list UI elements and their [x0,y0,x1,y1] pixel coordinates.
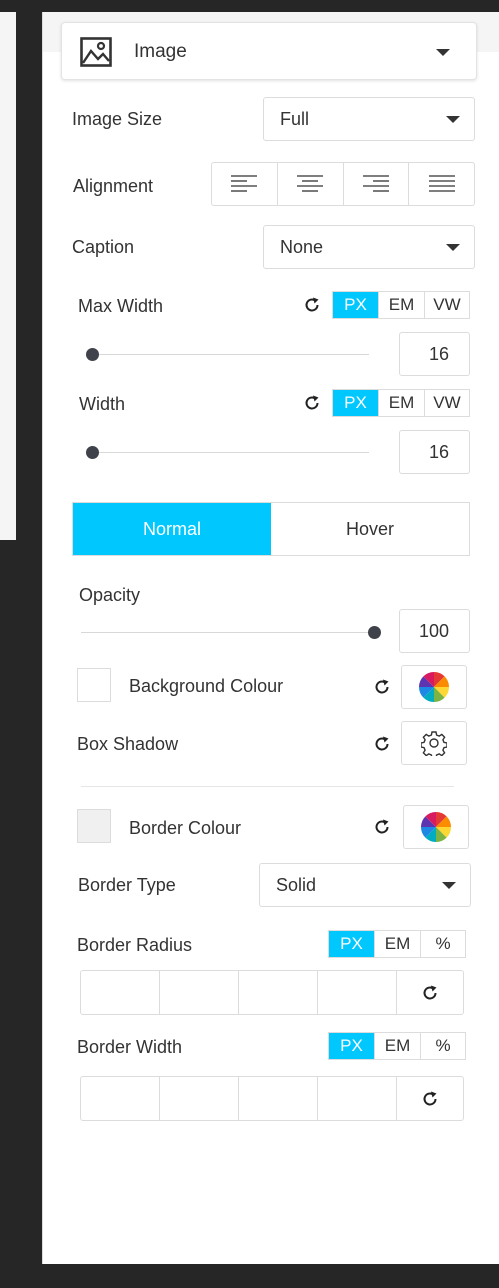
border-radius-left-input[interactable] [318,971,397,1014]
unit-em-button[interactable]: EM [379,390,425,416]
border-type-value: Solid [276,875,317,895]
border-width-reset-button[interactable] [397,1077,463,1120]
background-colour-swatch[interactable] [77,668,111,702]
border-width-label: Border Width [77,1037,183,1057]
border-width-left-input[interactable] [318,1077,397,1120]
color-wheel-icon [421,812,451,842]
top-bar [0,0,499,12]
unit-em-button[interactable]: EM [375,1033,421,1059]
section-title: Image [134,41,187,62]
unit-px-button[interactable]: PX [333,292,379,318]
alignment-label: Alignment [73,176,154,196]
border-colour-swatch[interactable] [77,809,111,843]
chevron-down-icon [442,882,456,889]
align-left-button[interactable] [212,163,278,205]
opacity-input[interactable]: 100 [399,609,470,653]
border-radius-bottom-input[interactable] [239,971,318,1014]
section-divider [81,786,454,787]
width-label: Width [79,394,126,414]
border-radius-inputs [80,970,464,1015]
border-width-bottom-input[interactable] [239,1077,318,1120]
align-right-icon [362,175,389,192]
border-width-top-input[interactable] [81,1077,160,1120]
border-width-units: PX EM % [328,1032,466,1060]
border-width-inputs [80,1076,464,1121]
border-radius-right-input[interactable] [160,971,239,1014]
unit-percent-button[interactable]: % [421,1033,465,1059]
unit-px-button[interactable]: PX [329,931,375,957]
box-shadow-label: Box Shadow [77,734,179,754]
image-settings-panel: Image Image Size Full Alignment Caption … [42,12,499,1264]
image-size-value: Full [280,109,310,129]
border-colour-label: Border Colour [129,818,242,838]
align-center-icon [297,175,324,192]
caption-label: Caption [72,237,135,257]
image-size-select[interactable]: Full [263,97,475,141]
tab-normal[interactable]: Normal [73,503,271,555]
border-radius-top-input[interactable] [81,971,160,1014]
unit-percent-button[interactable]: % [421,931,465,957]
reset-icon [423,985,437,999]
border-radius-label: Border Radius [77,935,193,955]
max-width-value: 16 [428,344,449,364]
chevron-down-icon [446,244,460,251]
opacity-value: 100 [418,621,449,641]
align-center-button[interactable] [278,163,344,205]
gear-icon [421,731,447,756]
caption-select[interactable]: None [263,225,475,269]
width-units: PX EM VW [332,389,470,417]
max-width-slider-handle[interactable] [86,348,99,361]
max-width-units: PX EM VW [332,291,470,319]
reset-icon[interactable] [303,394,321,412]
image-size-label: Image Size [72,109,163,129]
width-value: 16 [428,442,449,462]
align-right-button[interactable] [344,163,410,205]
unit-em-button[interactable]: EM [375,931,421,957]
unit-vw-button[interactable]: VW [425,292,469,318]
reset-icon[interactable] [373,678,391,696]
state-tabs: Normal Hover [72,502,470,556]
box-shadow-settings-button[interactable] [401,721,467,765]
caption-value: None [280,237,324,257]
unit-vw-button[interactable]: VW [425,390,469,416]
border-colour-picker-button[interactable] [403,805,469,849]
border-radius-units: PX EM % [328,930,466,958]
align-left-icon [231,175,258,192]
width-slider-track[interactable] [92,452,369,453]
reset-icon[interactable] [373,735,391,753]
unit-em-button[interactable]: EM [379,292,425,318]
width-input[interactable]: 16 [399,430,470,474]
image-icon [80,37,112,67]
border-width-right-input[interactable] [160,1077,239,1120]
reset-icon [423,1091,437,1105]
width-slider-handle[interactable] [86,446,99,459]
max-width-input[interactable]: 16 [399,332,470,376]
unit-px-button[interactable]: PX [329,1033,375,1059]
border-radius-reset-button[interactable] [397,971,463,1014]
opacity-slider-track[interactable] [81,632,373,633]
left-pane-background [0,0,16,540]
max-width-slider-track[interactable] [92,354,369,355]
chevron-down-icon [446,116,460,123]
background-colour-picker-button[interactable] [401,665,467,709]
opacity-slider-handle[interactable] [368,626,381,639]
unit-px-button[interactable]: PX [333,390,379,416]
opacity-label: Opacity [79,585,141,605]
reset-icon[interactable] [303,296,321,314]
chevron-down-icon[interactable] [436,49,450,56]
alignment-buttons [211,162,475,206]
image-section-header[interactable]: Image [61,22,477,80]
max-width-label: Max Width [78,296,164,316]
border-type-label: Border Type [78,875,176,895]
align-justify-icon [428,175,455,192]
background-colour-label: Background Colour [129,676,284,696]
tab-hover[interactable]: Hover [271,503,469,555]
border-type-select[interactable]: Solid [259,863,471,907]
align-justify-button[interactable] [409,163,474,205]
reset-icon[interactable] [373,818,391,836]
color-wheel-icon [419,672,449,702]
